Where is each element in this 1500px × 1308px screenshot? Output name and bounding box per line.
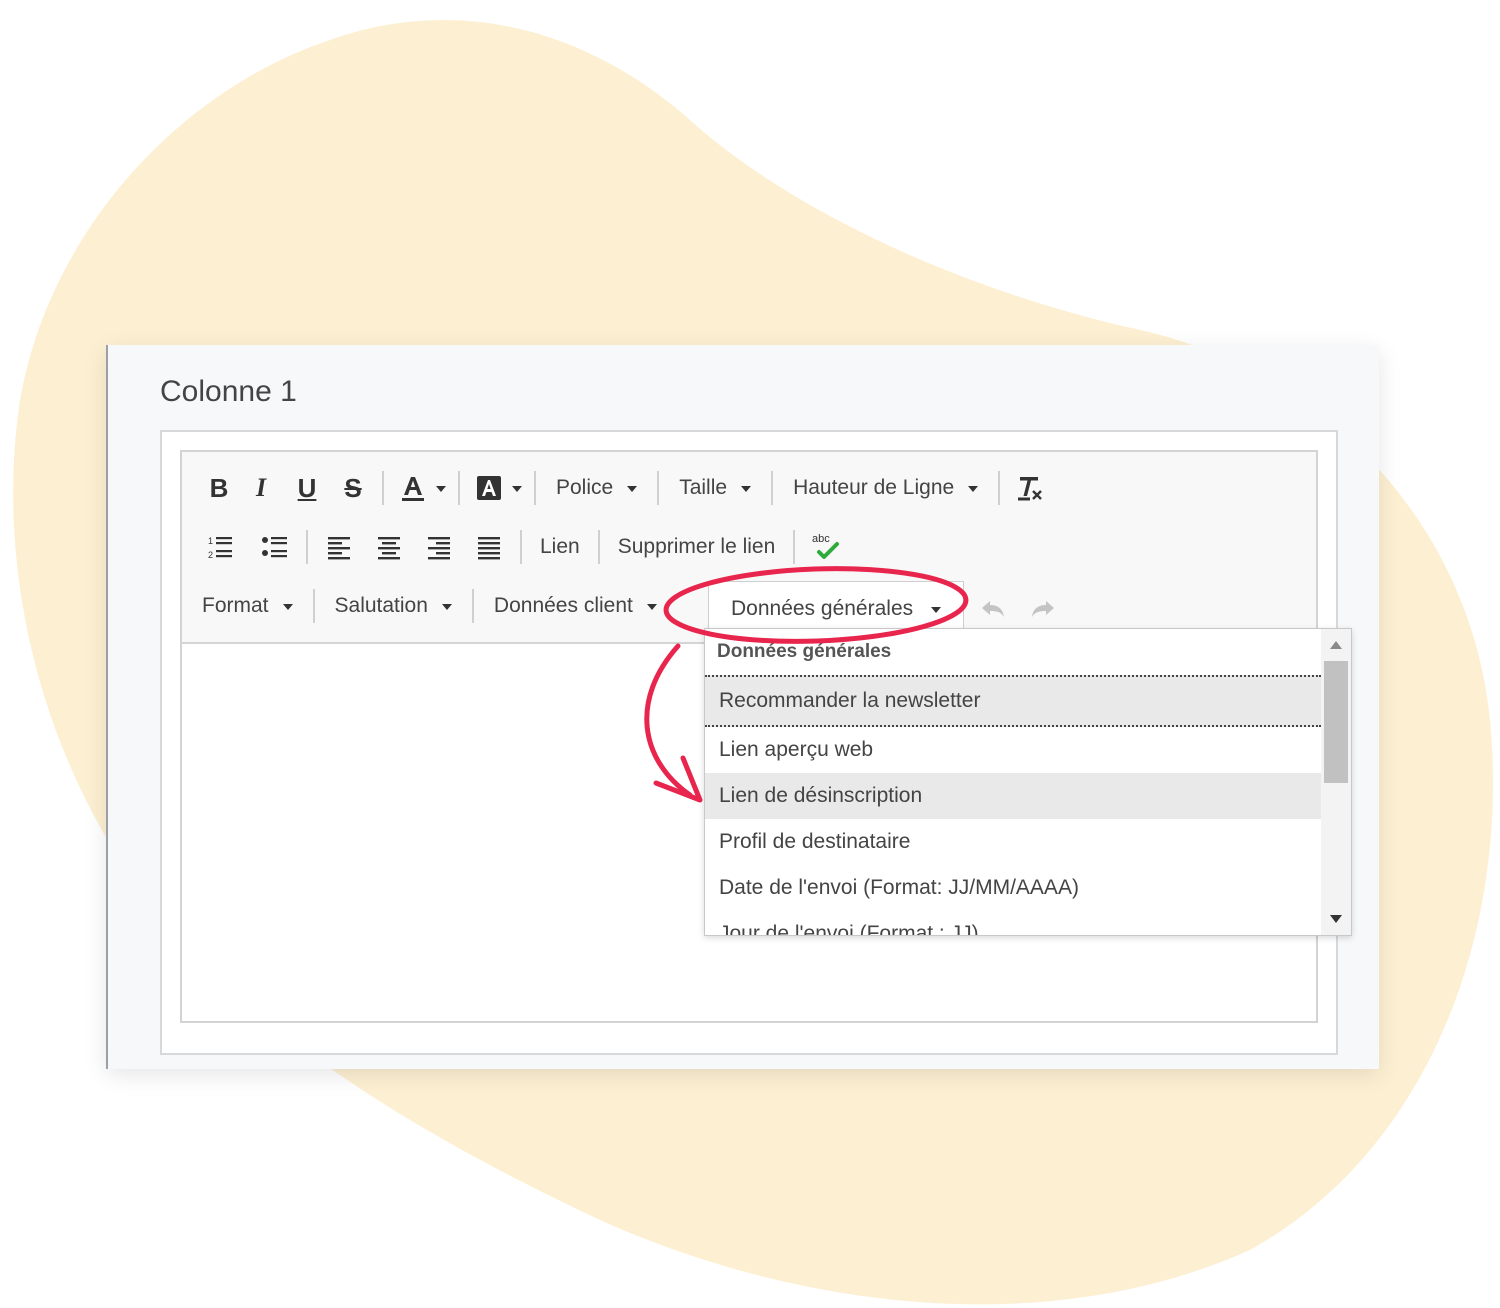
svg-text:2: 2 xyxy=(208,550,213,560)
justify-button[interactable] xyxy=(466,525,512,569)
format-dropdown-label: Format xyxy=(202,594,269,617)
chevron-down-icon xyxy=(512,486,522,492)
undo-icon xyxy=(982,601,1004,617)
general-data-dropdown-label: Données générales xyxy=(731,596,914,620)
size-dropdown-label: Taille xyxy=(679,476,728,499)
toolbar-separator xyxy=(793,530,796,564)
spellcheck-icon: abc xyxy=(812,533,840,559)
scroll-down-icon[interactable] xyxy=(1330,915,1342,923)
chevron-down-icon xyxy=(282,604,293,610)
bold-label: B xyxy=(209,472,229,503)
svg-text:1: 1 xyxy=(208,536,213,546)
menu-item-send-day[interactable]: Jour de l'envoi (Format : JJ) xyxy=(705,911,1321,935)
toolbar-separator xyxy=(520,530,522,564)
undo-button[interactable] xyxy=(972,587,1014,631)
toolbar-row-2: 12 Lien Supprimer le lien abc xyxy=(198,522,849,572)
toolbar-separator xyxy=(382,471,384,505)
italic-button[interactable]: I xyxy=(240,466,282,510)
menu-header: Données générales xyxy=(717,641,892,662)
align-center-icon xyxy=(378,537,400,560)
align-left-icon xyxy=(328,537,350,560)
font-dropdown[interactable]: Police xyxy=(544,466,649,510)
general-data-dropdown[interactable]: Données générales xyxy=(708,581,964,635)
general-data-menu: Données générales Recommander la newslet… xyxy=(704,628,1352,936)
text-color-icon xyxy=(402,477,424,501)
client-data-dropdown-label: Données client xyxy=(493,594,633,617)
toolbar-separator xyxy=(458,471,460,505)
redo-icon xyxy=(1032,601,1054,617)
menu-list: Recommander la newsletter Lien aperçu we… xyxy=(705,675,1321,935)
panel-title: Colonne 1 xyxy=(160,375,297,408)
link-button-label: Lien xyxy=(540,535,580,558)
chevron-down-icon xyxy=(968,486,979,492)
chevron-down-icon xyxy=(931,606,942,613)
toolbar-row-3: Format Salutation Données client xyxy=(198,581,669,631)
strike-label: S xyxy=(344,472,362,503)
client-data-dropdown[interactable]: Données client xyxy=(482,584,669,628)
line-height-dropdown[interactable]: Hauteur de Ligne xyxy=(781,466,990,510)
remove-format-button[interactable] xyxy=(1008,466,1050,510)
toolbar-separator xyxy=(771,471,774,505)
chevron-down-icon xyxy=(646,604,657,610)
italic-label: I xyxy=(255,473,267,502)
toolbar-separator xyxy=(657,471,660,505)
menu-item-unsubscribe-link[interactable]: Lien de désinscription xyxy=(705,773,1321,819)
scroll-thumb[interactable] xyxy=(1324,661,1348,783)
toolbar-separator xyxy=(998,471,1001,505)
bulleted-list-icon xyxy=(262,537,287,558)
align-right-icon xyxy=(428,537,450,560)
salutation-dropdown[interactable]: Salutation xyxy=(323,584,464,628)
menu-item-send-date[interactable]: Date de l'envoi (Format: JJ/MM/AAAA) xyxy=(705,865,1321,911)
toolbar-separator xyxy=(306,530,308,564)
spellcheck-button[interactable]: abc xyxy=(803,525,849,569)
menu-item-recommend-newsletter[interactable]: Recommander la newsletter xyxy=(705,675,1321,727)
bold-button[interactable]: B xyxy=(198,466,240,510)
line-height-dropdown-label: Hauteur de Ligne xyxy=(793,476,955,499)
numbered-list-icon: 12 xyxy=(208,536,232,560)
toolbar-row-1: B I U S Police Taille Hauteur de Ligne xyxy=(198,463,1050,513)
chevron-down-icon xyxy=(741,486,752,492)
background-color-button[interactable] xyxy=(468,466,526,510)
chevron-down-icon xyxy=(436,486,446,492)
size-dropdown[interactable]: Taille xyxy=(667,466,763,510)
justify-icon xyxy=(478,537,500,560)
editor-toolbar: B I U S Police Taille Hauteur de Ligne 1… xyxy=(182,452,1316,644)
underline-label: U xyxy=(297,472,317,503)
toolbar-separator xyxy=(597,530,600,564)
scroll-up-icon[interactable] xyxy=(1330,641,1342,649)
spellcheck-text: abc xyxy=(812,533,830,545)
link-button[interactable]: Lien xyxy=(530,525,590,569)
unlink-button[interactable]: Supprimer le lien xyxy=(608,525,786,569)
toolbar-separator xyxy=(471,589,474,623)
menu-item-web-preview-link[interactable]: Lien aperçu web xyxy=(705,727,1321,773)
format-dropdown[interactable]: Format xyxy=(198,584,305,628)
align-right-button[interactable] xyxy=(416,525,462,569)
menu-item-recipient-profile[interactable]: Profil de destinataire xyxy=(705,819,1321,865)
menu-scrollbar[interactable] xyxy=(1321,629,1351,935)
salutation-dropdown-label: Salutation xyxy=(334,594,428,617)
remove-format-icon xyxy=(1018,477,1043,501)
toolbar-separator xyxy=(312,589,315,623)
chevron-down-icon xyxy=(627,486,638,492)
background-color-icon xyxy=(477,476,501,500)
align-left-button[interactable] xyxy=(316,525,362,569)
unlink-button-label: Supprimer le lien xyxy=(617,535,776,558)
underline-button[interactable]: U xyxy=(282,466,332,510)
chevron-down-icon xyxy=(441,604,452,610)
bulleted-list-button[interactable] xyxy=(252,525,298,569)
strikethrough-button[interactable]: S xyxy=(332,466,374,510)
toolbar-separator xyxy=(534,471,536,505)
align-center-button[interactable] xyxy=(366,525,412,569)
redo-button[interactable] xyxy=(1022,587,1064,631)
font-dropdown-label: Police xyxy=(556,476,614,499)
numbered-list-button[interactable]: 12 xyxy=(198,525,244,569)
text-color-button[interactable] xyxy=(392,466,450,510)
